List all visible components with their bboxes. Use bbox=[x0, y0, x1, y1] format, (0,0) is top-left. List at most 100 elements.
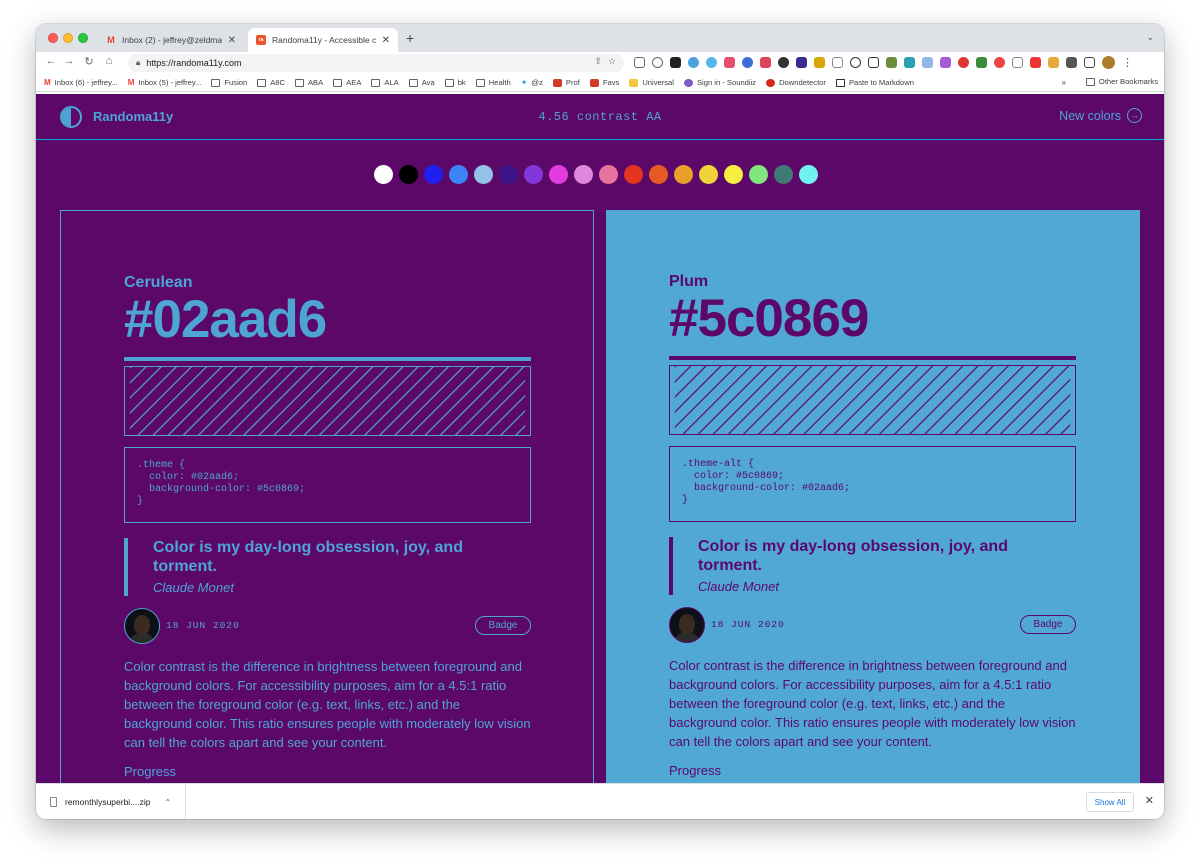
check-extension-icon[interactable] bbox=[706, 57, 717, 68]
people-extension-icon[interactable] bbox=[724, 57, 735, 68]
pen-extension-icon[interactable] bbox=[1048, 57, 1059, 68]
color-swatch[interactable] bbox=[749, 165, 768, 184]
color-swatch[interactable] bbox=[699, 165, 718, 184]
function-extension-icon[interactable] bbox=[868, 57, 879, 68]
bookmark-item[interactable]: Prof bbox=[552, 78, 580, 87]
bookmark-folder[interactable]: Health bbox=[475, 78, 511, 87]
red-icon bbox=[589, 78, 599, 87]
close-icon[interactable]: ✕ bbox=[1145, 794, 1154, 807]
color-swatch[interactable] bbox=[399, 165, 418, 184]
color-swatch[interactable] bbox=[449, 165, 468, 184]
bookmark-folder[interactable]: Ava bbox=[408, 78, 435, 87]
back-icon[interactable]: ← bbox=[44, 55, 58, 67]
color-swatch[interactable] bbox=[474, 165, 493, 184]
bookmark-item[interactable]: ✦ @z bbox=[521, 78, 543, 87]
bookmark-star-icon[interactable]: ☆ bbox=[608, 56, 616, 67]
color-swatch[interactable] bbox=[424, 165, 443, 184]
bookmark-item[interactable]: Paste to Markdown bbox=[835, 78, 914, 87]
bookmark-item[interactable]: M Inbox (5) - jeffrey... bbox=[128, 78, 202, 87]
chevron-up-icon[interactable]: ⌃ bbox=[165, 798, 172, 807]
bookmark-folder[interactable]: AEA bbox=[333, 78, 361, 87]
color-swatch[interactable] bbox=[774, 165, 793, 184]
moon-extension-icon[interactable] bbox=[778, 57, 789, 68]
close-tab-icon[interactable]: ✕ bbox=[382, 35, 390, 46]
bookmark-item[interactable]: Universal bbox=[629, 78, 674, 87]
info-extension-icon[interactable] bbox=[850, 57, 861, 68]
crosshair-extension-icon[interactable] bbox=[688, 57, 699, 68]
show-all-button[interactable]: Show All bbox=[1086, 792, 1134, 812]
share-icon[interactable]: ⇧ bbox=[594, 56, 602, 67]
calendar-extension-icon[interactable] bbox=[904, 57, 915, 68]
new-colors-button[interactable]: New colors → bbox=[1059, 108, 1142, 123]
tab-search-icon[interactable]: ⌄ bbox=[1146, 32, 1154, 43]
pin-extension-icon[interactable] bbox=[958, 57, 969, 68]
hatch-pattern bbox=[124, 366, 531, 436]
reload-icon[interactable]: ↻ bbox=[82, 55, 96, 68]
address-bar[interactable]: 🔒︎ https://randoma11y.com ⇧ ☆ bbox=[128, 54, 624, 72]
color-swatch[interactable] bbox=[799, 165, 818, 184]
bookmark-folder[interactable]: ABA bbox=[294, 78, 323, 87]
home-icon[interactable]: ⌂ bbox=[102, 55, 116, 67]
color-swatch[interactable] bbox=[374, 165, 393, 184]
menu-kebab-icon[interactable]: ⋮ bbox=[1122, 56, 1133, 69]
bookmarks-overflow-button[interactable]: » bbox=[1062, 78, 1066, 87]
color-swatch[interactable] bbox=[724, 165, 743, 184]
bookmark-item[interactable]: Sign in - Soundiiz bbox=[683, 78, 756, 87]
bookmark-folder[interactable]: Fusion bbox=[211, 78, 247, 87]
new-tab-button[interactable]: + bbox=[406, 30, 414, 46]
feather-extension-icon[interactable] bbox=[940, 57, 951, 68]
download-shelf: remonthlysuperbi....zip ⌃ Show All ✕ bbox=[36, 783, 1164, 819]
color-swatch[interactable] bbox=[499, 165, 518, 184]
red-extension-icon[interactable] bbox=[1030, 57, 1041, 68]
color-swatch[interactable] bbox=[674, 165, 693, 184]
forward-icon[interactable]: → bbox=[62, 55, 76, 67]
bookmark-item[interactable]: M Inbox (6) - jeffrey... bbox=[44, 78, 118, 87]
circle-extension-icon[interactable] bbox=[742, 57, 753, 68]
profile-avatar[interactable] bbox=[1102, 56, 1115, 69]
bookmark-item[interactable]: Favs bbox=[589, 78, 619, 87]
close-tab-icon[interactable]: ✕ bbox=[228, 35, 236, 46]
twitter-icon: ✦ bbox=[520, 78, 528, 87]
folder-icon bbox=[257, 78, 267, 87]
tab-title: Inbox (2) - jeffrey@zeldman.com bbox=[122, 35, 222, 45]
color-swatch[interactable] bbox=[574, 165, 593, 184]
bookmark-folder[interactable]: bk bbox=[444, 78, 466, 87]
leaf-extension-icon[interactable] bbox=[976, 57, 987, 68]
color-swatch[interactable] bbox=[624, 165, 643, 184]
w-extension-icon[interactable] bbox=[796, 57, 807, 68]
reddot-extension-icon[interactable] bbox=[994, 57, 1005, 68]
recycle-extension-icon[interactable] bbox=[652, 57, 663, 68]
tab-inbox[interactable]: M Inbox (2) - jeffrey@zeldman.com ✕ bbox=[98, 28, 244, 52]
color-swatch[interactable] bbox=[649, 165, 668, 184]
gmail-icon: M bbox=[107, 35, 115, 45]
bookmark-folder[interactable]: ALA bbox=[371, 78, 399, 87]
code-snippet: .theme-alt { color: #5c0869; background-… bbox=[669, 446, 1076, 522]
tab-randoma11y[interactable]: ra Randoma11y - Accessible color ✕ bbox=[248, 28, 398, 52]
rocket-extension-icon[interactable] bbox=[670, 57, 681, 68]
badge[interactable]: Badge bbox=[475, 616, 531, 635]
zoom-window-button[interactable] bbox=[78, 33, 88, 43]
page-extension-icon[interactable] bbox=[832, 57, 843, 68]
cloud-extension-icon[interactable] bbox=[634, 57, 645, 68]
dropbox-extension-icon[interactable] bbox=[922, 57, 933, 68]
color-swatch[interactable] bbox=[524, 165, 543, 184]
folder-icon bbox=[211, 78, 221, 87]
minimize-window-button[interactable] bbox=[63, 33, 73, 43]
download-item[interactable]: remonthlysuperbi....zip ⌃ bbox=[36, 784, 186, 819]
sidebar-icon[interactable] bbox=[1084, 57, 1095, 68]
puzzle-icon[interactable] bbox=[1066, 57, 1077, 68]
grid-extension-icon[interactable] bbox=[1012, 57, 1023, 68]
paint-extension-icon[interactable] bbox=[886, 57, 897, 68]
color-swatch[interactable] bbox=[599, 165, 618, 184]
close-window-button[interactable] bbox=[48, 33, 58, 43]
badge[interactable]: Badge bbox=[1020, 615, 1076, 634]
pocket-extension-icon[interactable] bbox=[760, 57, 771, 68]
other-bookmarks[interactable]: Other Bookmarks bbox=[1085, 77, 1158, 86]
bookmark-item[interactable]: Downdetector bbox=[766, 78, 826, 87]
quote-text: Color is my day-long obsession, joy, and… bbox=[698, 538, 1008, 574]
color-swatch[interactable] bbox=[549, 165, 568, 184]
download-extension-icon[interactable] bbox=[814, 57, 825, 68]
yellow-icon bbox=[629, 78, 639, 87]
color-hex: #02aad6 bbox=[124, 290, 327, 349]
bookmark-folder[interactable]: A8C bbox=[257, 78, 285, 87]
